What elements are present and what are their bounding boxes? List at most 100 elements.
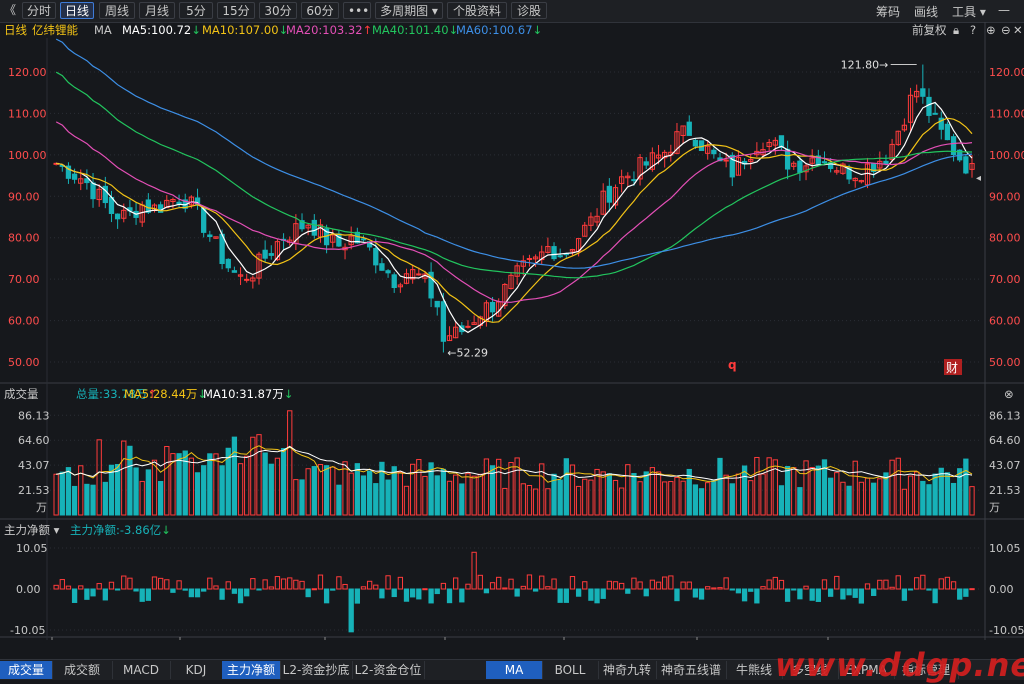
chart-svg[interactable]: 120.00 120.00 110.00 110.00 100.00 100.00 90.0… — [0, 0, 1024, 640]
volume-bar — [520, 483, 526, 516]
bottom-tab-3[interactable]: KDJ — [170, 661, 223, 679]
flow-bar — [969, 588, 975, 591]
candle-body — [797, 160, 803, 173]
volume-bar — [274, 457, 281, 516]
volume-bar — [938, 467, 944, 516]
volume-bar — [600, 471, 606, 516]
volume-bar — [446, 480, 453, 516]
volume-bar — [465, 473, 471, 516]
candle-body — [360, 238, 367, 241]
indicator-tab-3[interactable]: 神奇五线谱 — [656, 661, 727, 679]
candle-body — [821, 161, 828, 164]
volume-tick-right: 43.07 — [989, 459, 1021, 472]
candle-body — [379, 263, 385, 271]
volume-ma5: MA5:28.44万↓ — [124, 387, 208, 401]
flow-bar — [114, 588, 121, 591]
volume-bar — [508, 462, 514, 516]
flow-title[interactable]: 主力净额 ▾ — [4, 522, 59, 538]
volume-bar — [287, 410, 293, 516]
volume-title[interactable]: 成交量 — [4, 386, 39, 402]
flow-bar — [489, 582, 496, 590]
volume-bar — [483, 458, 490, 516]
watermark-text: www.ddgp.net — [775, 646, 1024, 684]
flow-bar — [366, 580, 373, 590]
flow-bar — [446, 588, 453, 604]
flow-bar — [157, 577, 164, 590]
price-tick-left: 100.00 — [8, 149, 47, 162]
flow-bar — [434, 588, 440, 595]
ma40-line — [55, 71, 973, 279]
flow-bar — [201, 588, 207, 592]
candle-body — [373, 248, 379, 266]
flow-bar — [410, 588, 416, 598]
volume-bar — [907, 475, 914, 516]
price-tick-left: 60.00 — [8, 315, 40, 328]
flow-bar — [471, 551, 477, 590]
volume-bar — [631, 473, 637, 516]
flow-bar — [606, 580, 613, 590]
bottom-tab-6[interactable]: L2-资金仓位 — [352, 661, 425, 679]
flow-bar — [182, 588, 188, 591]
volume-bar — [815, 465, 821, 516]
flow-bar — [514, 588, 520, 597]
candle-body — [416, 273, 422, 276]
volume-bar — [612, 479, 619, 516]
volume-bar — [477, 473, 483, 516]
flow-bar — [852, 588, 858, 598]
flow-value: 主力净额:-3.86亿↓ — [70, 523, 171, 537]
volume-bar — [127, 445, 133, 516]
volume-bar — [748, 480, 754, 516]
indicator-tab-2[interactable]: 神奇九转 — [598, 661, 657, 679]
volume-tick-right: 86.13 — [989, 409, 1021, 422]
flow-bar — [385, 575, 391, 590]
volume-bar — [102, 481, 108, 516]
candle-body — [944, 123, 951, 141]
bottom-tab-0[interactable]: 成交量 — [0, 661, 53, 679]
bottom-tab-2[interactable]: MACD — [112, 661, 171, 679]
volume-bar — [188, 457, 195, 516]
candle-body — [268, 253, 274, 256]
bottom-tab-5[interactable]: L2-资金抄底 — [280, 661, 353, 679]
flow-bar — [416, 588, 422, 600]
price-tick-right: 90.00 — [989, 190, 1021, 203]
volume-bar — [668, 481, 674, 516]
indicator-tab-0[interactable]: MA — [486, 661, 543, 679]
flow-bar — [520, 585, 526, 590]
flow-bar — [871, 588, 877, 596]
bottom-tab-1[interactable]: 成交额 — [52, 661, 113, 679]
indicator-tab-1[interactable]: BOLL — [542, 661, 599, 679]
flow-bar — [686, 581, 692, 590]
bottom-tab-4[interactable]: 主力净额 — [222, 661, 281, 679]
flow-bar — [754, 588, 760, 604]
volume-bar — [471, 475, 477, 516]
volume-bar — [532, 488, 539, 516]
flow-bar — [711, 587, 717, 590]
candle-body — [686, 121, 692, 136]
flow-bar — [803, 585, 809, 590]
flow-bar — [809, 588, 815, 601]
volume-bar — [674, 476, 680, 516]
volume-bar — [729, 483, 735, 516]
volume-bar — [662, 481, 668, 516]
flow-bar — [373, 584, 379, 590]
flow-bar — [600, 588, 606, 599]
volume-bar — [219, 465, 225, 516]
flow-bar — [145, 588, 152, 601]
volume-bar — [231, 436, 238, 516]
flow-bar — [207, 577, 213, 590]
flow-bar — [877, 579, 883, 590]
candle-body — [784, 148, 791, 170]
volume-bar — [901, 488, 908, 516]
volume-bar — [434, 475, 440, 516]
volume-unit-right: 万 — [989, 501, 1000, 514]
volume-bar — [895, 457, 901, 516]
volume-bar — [858, 481, 865, 516]
flow-bar — [78, 585, 84, 590]
volume-bar — [969, 486, 975, 516]
flow-bar — [680, 581, 686, 590]
volume-close-icon[interactable]: ⊗ — [1004, 386, 1014, 402]
flow-bar — [250, 578, 256, 590]
candle-body — [201, 207, 207, 233]
flow-bar — [502, 587, 508, 590]
flow-bar — [748, 588, 754, 592]
